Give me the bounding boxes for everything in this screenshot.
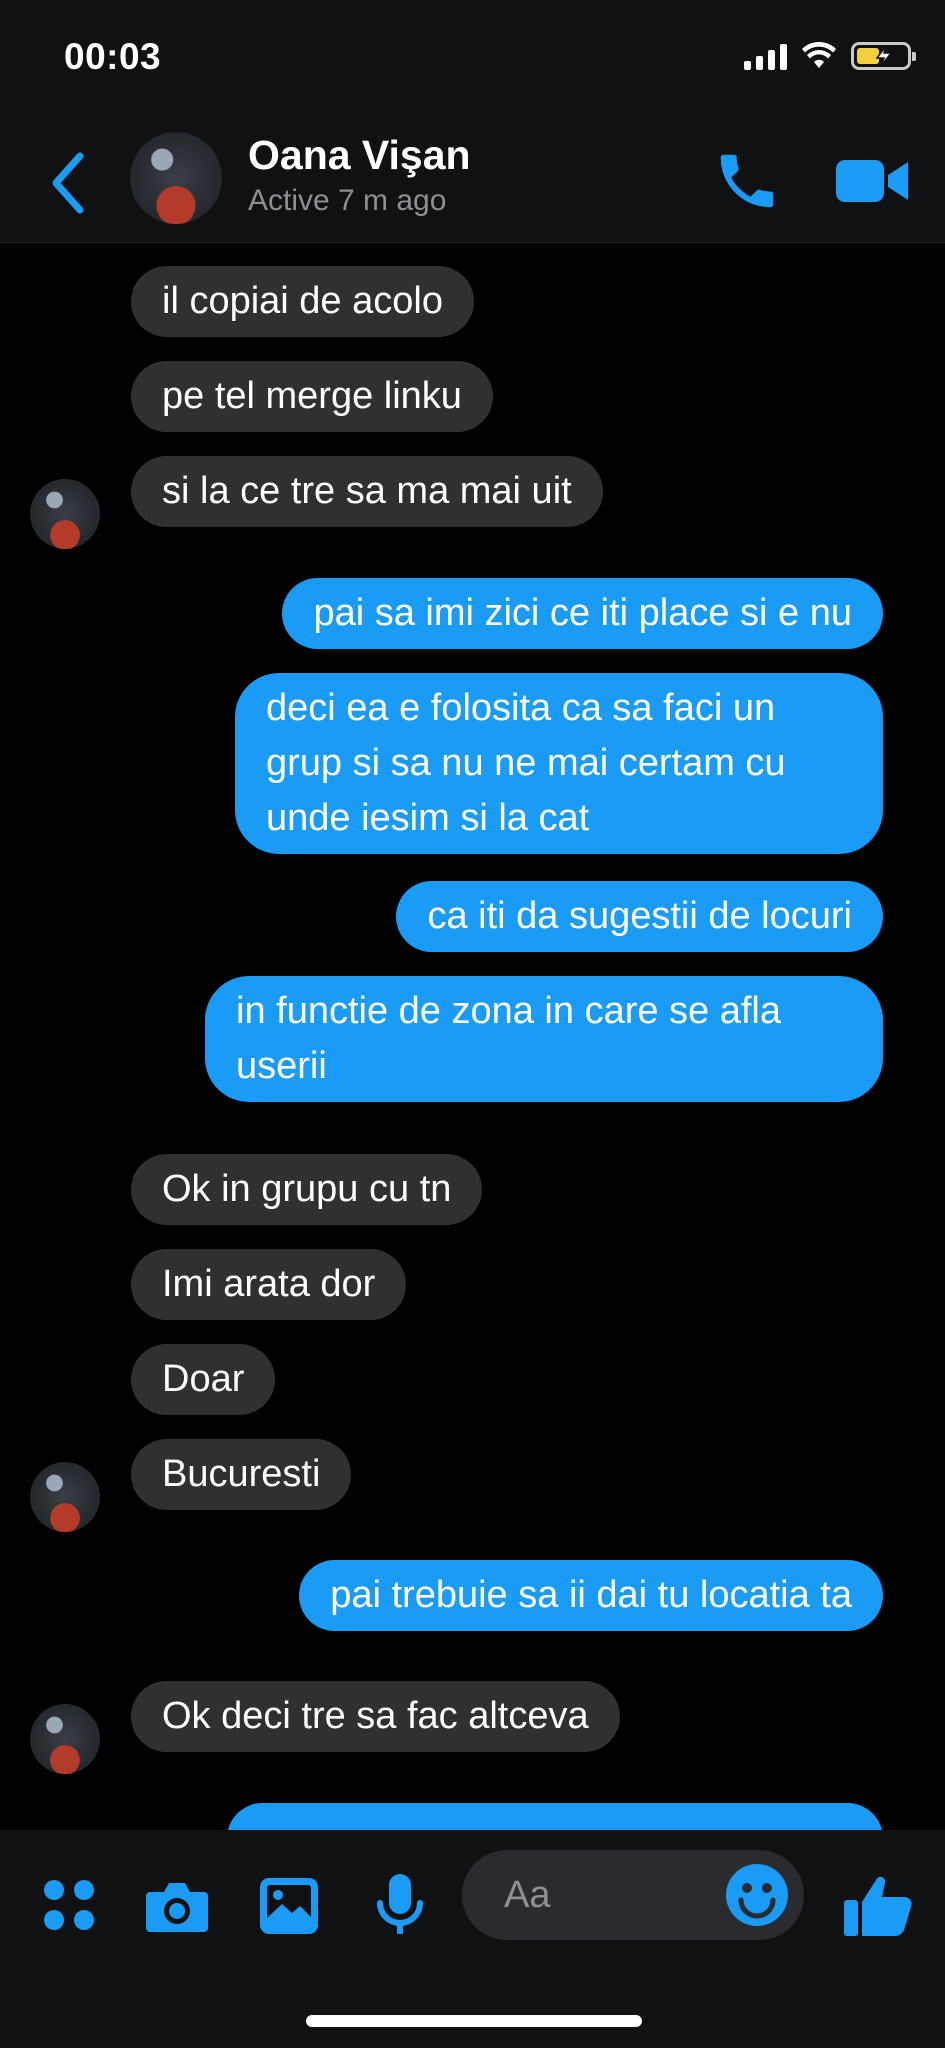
message-outgoing[interactable]: pai trebuie sa ii dai tu locatia ta [299,1560,883,1631]
sender-avatar[interactable] [30,1462,100,1532]
message-incoming[interactable]: Bucuresti [131,1439,352,1510]
message-outgoing[interactable]: pai sa imi zici ce iti place si e nu [282,578,883,649]
emoji-button[interactable] [724,1862,790,1928]
back-button[interactable] [44,148,94,218]
home-indicator[interactable] [306,2015,642,2027]
message-outgoing[interactable]: deci ea e folosita ca sa faci un grup si… [235,673,883,854]
voice-message-button[interactable] [365,1870,435,1940]
gallery-button[interactable] [254,1870,324,1940]
camera-button[interactable] [142,1870,212,1940]
audio-call-button[interactable] [712,146,782,216]
message-incoming[interactable]: Doar [131,1344,276,1415]
message-incoming[interactable]: il copiai de acolo [131,266,474,337]
message-composer: Aa [0,1830,945,2048]
video-call-button[interactable] [832,146,912,216]
like-button[interactable] [840,1870,916,1940]
message-incoming[interactable]: Ok deci tre sa fac altceva [131,1681,620,1752]
emoji-icon [726,1864,788,1926]
sender-avatar[interactable] [30,1704,100,1774]
video-camera-icon [836,160,908,202]
apps-grid-icon [44,1880,94,1930]
status-bar: 00:03 [0,0,945,118]
message-incoming[interactable]: Ok in grupu cu tn [131,1154,483,1225]
message-outgoing[interactable]: ca iti da sugestii de locuri [396,881,883,952]
message-incoming[interactable]: Imi arata dor [131,1249,407,1320]
contact-name[interactable]: Oana Vişan [248,132,471,179]
status-time: 00:03 [64,36,162,77]
thumbs-up-icon [844,1876,912,1936]
sender-avatar[interactable] [30,479,100,549]
wifi-icon [802,42,836,68]
message-incoming[interactable]: si la ce tre sa ma mai uit [131,456,603,527]
contact-avatar[interactable] [130,132,222,224]
camera-icon [146,1883,208,1932]
message-outgoing[interactable]: in functie de zona in care se afla useri… [205,976,883,1102]
phone-icon [720,154,774,208]
back-chevron-icon [52,152,84,214]
cellular-signal-icon [744,42,787,70]
apps-button[interactable] [34,1870,104,1940]
message-input-placeholder: Aa [504,1874,551,1916]
message-incoming[interactable]: pe tel merge linku [131,361,493,432]
contact-status: Active 7 m ago [248,184,447,217]
battery-icon [851,42,916,70]
conversation-header: Oana Vişan Active 7 m ago [0,118,945,243]
message-input[interactable]: Aa [462,1850,804,1940]
microphone-icon [377,1874,423,1934]
status-icons [744,42,916,70]
message-outgoing-partial[interactable] [227,1803,883,1830]
image-icon [260,1878,318,1934]
message-list[interactable]: il copiai de acolo pe tel merge linku si… [0,243,945,1830]
